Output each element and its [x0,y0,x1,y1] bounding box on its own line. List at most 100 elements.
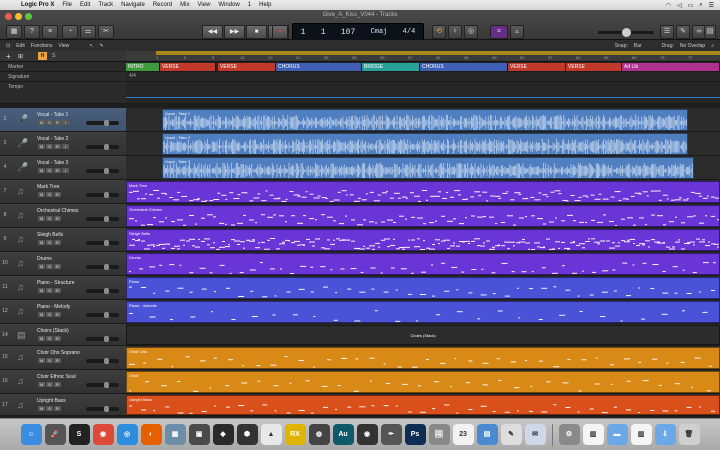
track-name[interactable]: Orchestral Chimes [37,208,78,214]
record-enable-button[interactable]: R [54,288,61,293]
mute-button[interactable]: M [38,216,45,221]
track-header[interactable]: 8 ♫ Orchestral Chimes M S R [0,204,126,228]
browser-button[interactable]: ▤ [704,25,716,39]
volume-knob[interactable] [104,288,109,294]
stack-region[interactable]: Choirs (Stack) [126,325,720,345]
mute-button[interactable]: M [38,120,45,125]
notes-button[interactable]: ✎ [676,25,690,39]
midi-region[interactable]: Mark Tree [126,181,720,203]
photoshop-icon[interactable]: Ps [404,424,426,445]
record-enable-button[interactable]: R [54,240,61,245]
solo-button[interactable]: S [46,264,53,269]
volume-slider[interactable] [86,120,119,126]
mute-button[interactable]: M [38,406,45,411]
downloads-icon[interactable]: ⇩ [654,424,676,445]
smart-controls-button[interactable]: ◔ [62,25,78,39]
functions-menu[interactable]: Functions [31,43,53,49]
menu-track[interactable]: Track [98,2,113,8]
track-header[interactable]: 10 ♫ Drums M S R [0,252,126,276]
volume-knob[interactable] [104,216,109,222]
midi-region[interactable]: Piano [126,277,720,299]
battery-icon[interactable]: ▭ [688,2,694,9]
record-enable-button[interactable]: R [54,336,61,341]
solo-button[interactable]: S [46,406,53,411]
edit-menu[interactable]: Edit [16,43,25,49]
volume-slider[interactable] [86,240,119,246]
midi-region[interactable]: Upright Bass [126,395,720,415]
trash-icon[interactable]: 🗑 [678,424,700,445]
bar-ruler[interactable]: 1 5 9 13 17 21 25 29 33 37 41 45 49 53 57 61 65 69 73 77 [126,51,720,62]
track-header[interactable]: 2 🎤 Vocal - Take 1 MSRI [0,108,126,132]
menu-list-icon[interactable]: ☰ [709,2,714,9]
hide-tracks-button[interactable]: H [38,52,47,60]
drag-select[interactable]: No Overlap [680,43,705,49]
menu-record[interactable]: Record [153,2,172,8]
pencil-tool-icon[interactable]: ✎ [99,43,103,49]
track-name[interactable]: Drums [37,256,52,262]
track-header[interactable]: 12 ♫ Piano - Melody M S R [0,300,126,324]
firefox-icon[interactable]: ◐ [140,424,162,445]
volume-slider[interactable] [86,382,119,388]
record-enable-button[interactable]: R [54,358,61,363]
track-header[interactable]: 4 🎤 Vocal - Take 3 MSRI [0,156,126,180]
track-name[interactable]: Upright Bass [37,398,66,404]
track-name[interactable]: Choirs (Stack) [37,328,69,334]
midi-region[interactable]: Drums [126,253,720,275]
wifi-icon[interactable]: ◠ [666,2,671,9]
track-header[interactable]: 7 ♫ Mark Tree M S R [0,180,126,204]
record-button[interactable]: ● [272,25,288,39]
volume-slider[interactable] [86,264,119,270]
volume-slider[interactable] [86,288,119,294]
count-in-button[interactable]: ⌗ [490,25,508,39]
input-monitor-button[interactable]: I [62,120,69,125]
editors-button[interactable]: ✂ [98,25,114,39]
track-name[interactable]: Vocal - Take 3 [37,160,68,166]
mute-button[interactable]: M [38,312,45,317]
track-lane[interactable]: Upright Bass [126,394,720,416]
mute-button[interactable]: M [38,358,45,363]
volume-slider[interactable] [86,312,119,318]
input-monitor-button[interactable]: I [62,144,69,149]
solo-button[interactable]: S [46,120,53,125]
volume-knob[interactable] [104,358,109,364]
track-name[interactable]: Vocal - Take 1 [37,112,68,118]
volume-knob[interactable] [104,336,109,342]
track-lane[interactable]: Sleigh Bells [126,228,720,252]
menu-mix[interactable]: Mix [180,2,189,8]
arrangement-marker[interactable]: VERSE [566,63,622,71]
tuner-button[interactable]: ♮ [448,25,462,39]
menu-view[interactable]: View [198,2,211,8]
volume-knob[interactable] [104,264,109,270]
volume-knob[interactable] [104,406,109,412]
track-name[interactable]: Vocal - Take 2 [37,136,68,142]
midi-region[interactable]: Orchestral Chimes [126,205,720,227]
gear-icon[interactable]: ⚙ [558,424,580,445]
volume-slider[interactable] [86,216,119,222]
solo-button[interactable]: S [46,288,53,293]
app-icon[interactable]: ✒ [380,424,402,445]
solo-button[interactable]: S [46,216,53,221]
solo-button[interactable]: S [46,358,53,363]
app-icon[interactable]: S [68,424,90,445]
volume-knob[interactable] [104,382,109,388]
mixer-button[interactable]: ⚌ [80,25,96,39]
track-lane[interactable]: Orchestral Chimes [126,204,720,228]
record-enable-button[interactable]: R [54,120,61,125]
midi-region[interactable]: Choir [126,371,720,393]
doc-icon[interactable]: ▥ [582,424,604,445]
app-icon[interactable]: ▤ [476,424,498,445]
menu-window[interactable]: Window [218,2,239,8]
stop-button[interactable]: ■ [246,25,267,39]
arrangement-marker[interactable]: CHORUS [420,63,508,71]
mute-button[interactable]: M [38,192,45,197]
solo-button[interactable]: S [46,312,53,317]
list-editors-button[interactable]: ☰ [660,25,674,39]
track-lane[interactable]: Choir [126,370,720,394]
solo-button[interactable]: S [46,144,53,149]
arrangement-lane[interactable]: INTRO VERSE VERSE CHORUS BRIDGE CHORUS VERSE VE… [126,62,720,72]
search-icon[interactable]: ⌕ [699,2,702,9]
app-icon[interactable]: RX [284,424,306,445]
track-lane[interactable]: Piano - melodie [126,300,720,324]
track-name[interactable]: Piano - Melody [37,304,70,310]
track-lane[interactable]: Choir Ohs [126,346,720,370]
